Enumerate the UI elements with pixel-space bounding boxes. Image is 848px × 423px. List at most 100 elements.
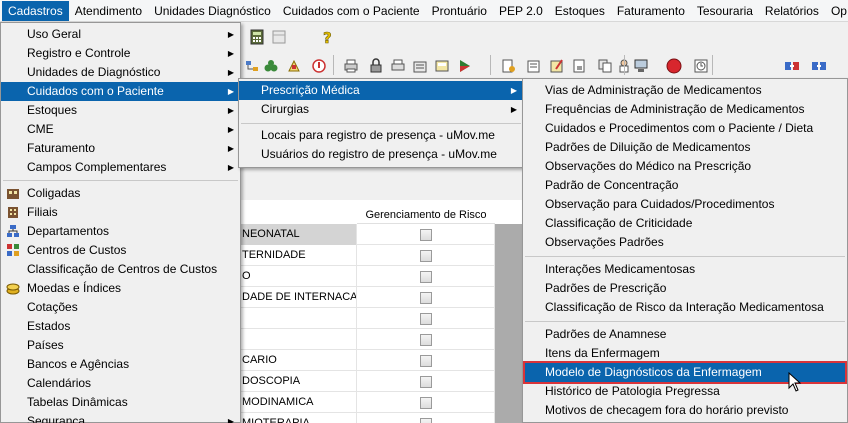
copy-icon[interactable] xyxy=(596,57,614,75)
transfer-icon[interactable] xyxy=(433,57,451,75)
menu-tesouraria[interactable]: Tesouraria xyxy=(691,1,759,21)
stop-icon[interactable] xyxy=(665,57,683,75)
table-cell: TERNIDADE xyxy=(240,245,357,266)
menu-item-seguranca[interactable]: Segurança ▶ xyxy=(1,412,240,423)
menu-item-faturamento[interactable]: Faturamento ▶ xyxy=(1,139,240,158)
risk-checkbox[interactable] xyxy=(419,396,432,409)
exchange-out-icon[interactable] xyxy=(810,57,828,75)
risk-checkbox[interactable] xyxy=(419,375,432,388)
filiais-icon xyxy=(5,205,21,220)
menu-item-moedas-indices[interactable]: Moedas e Índices xyxy=(1,279,240,298)
menu-item-uso-geral[interactable]: Uso Geral ▶ xyxy=(1,25,240,44)
menu-item-classificacao-centros-custos[interactable]: Classificação de Centros de Custos xyxy=(1,260,240,279)
menu-item-centros-custos[interactable]: Centros de Custos xyxy=(1,241,240,260)
menu-pep[interactable]: PEP 2.0 xyxy=(493,1,549,21)
table-row[interactable]: MODINAMICA xyxy=(240,392,495,413)
menu-item-departamentos[interactable]: Departamentos xyxy=(1,222,240,241)
menu-prontuario[interactable]: Prontuário xyxy=(426,1,493,21)
menu-item-registro-controle[interactable]: Registro e Controle ▶ xyxy=(1,44,240,63)
menu-opcoes[interactable]: Op xyxy=(825,1,848,21)
edit-icon[interactable] xyxy=(548,57,566,75)
menu-item-campos-complementares[interactable]: Campos Complementares ▶ xyxy=(1,158,240,177)
menu-separator xyxy=(3,180,238,181)
table-row[interactable]: NEONATAL xyxy=(240,224,495,245)
risk-checkbox[interactable] xyxy=(419,270,432,283)
binoculars-icon[interactable] xyxy=(262,57,280,75)
submenu-arrow-icon: ▶ xyxy=(510,86,517,95)
menu-cuidados-paciente[interactable]: Cuidados com o Paciente xyxy=(277,1,426,21)
alert-icon[interactable] xyxy=(310,57,328,75)
menu-item-interacoes-medicamentosas[interactable]: Interações Medicamentosas xyxy=(523,260,847,279)
table-row[interactable]: MIOTERAPIA xyxy=(240,413,495,423)
menu-item-itens-enfermagem[interactable]: Itens da Enfermagem xyxy=(523,344,847,363)
printer-icon[interactable] xyxy=(342,57,360,75)
calendar-icon[interactable] xyxy=(270,28,288,46)
menu-item-bancos-agencias[interactable]: Bancos e Agências xyxy=(1,355,240,374)
help-icon[interactable]: ? xyxy=(318,28,336,46)
risk-checkbox[interactable] xyxy=(419,291,432,304)
menu-item-paises[interactable]: Países xyxy=(1,336,240,355)
risk-checkbox[interactable] xyxy=(419,417,432,423)
risk-checkbox[interactable] xyxy=(419,249,432,262)
table-row[interactable] xyxy=(240,308,495,329)
flag-icon[interactable] xyxy=(456,57,474,75)
menu-item-estoques[interactable]: Estoques ▶ xyxy=(1,101,240,120)
menu-relatorios[interactable]: Relatórios xyxy=(759,1,825,21)
menu-item-observacao-cuidados[interactable]: Observação para Cuidados/Procedimentos xyxy=(523,195,847,214)
clock-icon[interactable] xyxy=(692,57,710,75)
menu-item-vias-administracao[interactable]: Vias de Administração de Medicamentos xyxy=(523,81,847,100)
menu-faturamento[interactable]: Faturamento xyxy=(611,1,691,21)
lock-doc-icon[interactable] xyxy=(570,57,588,75)
print-preview-icon[interactable] xyxy=(389,57,407,75)
menu-item-cuidados-procedimentos-dieta[interactable]: Cuidados e Procedimentos com o Paciente … xyxy=(523,119,847,138)
menu-item-motivos-checagem[interactable]: Motivos de checagem fora do horário prev… xyxy=(523,401,847,420)
menu-item-padroes-prescricao[interactable]: Padrões de Prescrição xyxy=(523,279,847,298)
open-folder-icon[interactable] xyxy=(411,57,429,75)
document-icon[interactable] xyxy=(499,57,517,75)
grid-empty-area xyxy=(495,224,525,423)
menu-item-padroes-diluicao[interactable]: Padrões de Diluição de Medicamentos xyxy=(523,138,847,157)
menu-item-coligadas[interactable]: Coligadas xyxy=(1,184,240,203)
menu-item-cuidados-paciente[interactable]: Cuidados com o Paciente ▶ xyxy=(1,82,240,101)
menu-item-unidades-diagnostico[interactable]: Unidades de Diagnóstico ▶ xyxy=(1,63,240,82)
menu-item-classificacao-risco-interacao[interactable]: Classificação de Risco da Interação Medi… xyxy=(523,298,847,317)
table-row[interactable]: O xyxy=(240,266,495,287)
tree-icon[interactable] xyxy=(243,57,261,75)
departamentos-icon xyxy=(5,224,21,239)
menu-item-filiais[interactable]: Filiais xyxy=(1,203,240,222)
menu-item-observacoes-medico[interactable]: Observações do Médico na Prescrição xyxy=(523,157,847,176)
menu-cadastros[interactable]: Cadastros xyxy=(2,0,69,21)
menu-atendimento[interactable]: Atendimento xyxy=(69,1,148,21)
menu-estoques[interactable]: Estoques xyxy=(549,1,611,21)
risk-checkbox[interactable] xyxy=(419,312,432,325)
menu-item-tabelas-dinamicas[interactable]: Tabelas Dinâmicas xyxy=(1,393,240,412)
menu-item-cirurgias[interactable]: Cirurgias ▶ xyxy=(239,100,523,119)
menu-item-padroes-anamnese[interactable]: Padrões de Anamnese xyxy=(523,325,847,344)
menu-item-cme[interactable]: CME ▶ xyxy=(1,120,240,139)
risk-checkbox[interactable] xyxy=(419,354,432,367)
lock-icon[interactable] xyxy=(367,57,385,75)
table-row[interactable]: CARIO xyxy=(240,350,495,371)
menu-item-observacoes-padroes[interactable]: Observações Padrões xyxy=(523,233,847,252)
table-row[interactable]: TERNIDADE xyxy=(240,245,495,266)
menu-item-cotacoes[interactable]: Cotações xyxy=(1,298,240,317)
menu-item-classificacao-criticidade[interactable]: Classificação de Criticidade xyxy=(523,214,847,233)
risk-checkbox[interactable] xyxy=(419,333,432,346)
menu-item-prescricao-medica[interactable]: Prescrição Médica ▶ xyxy=(239,81,523,100)
table-row[interactable] xyxy=(240,329,495,350)
monitor-icon[interactable] xyxy=(632,57,650,75)
menu-unidades-diagnostico[interactable]: Unidades Diagnóstico xyxy=(148,1,277,21)
exchange-in-icon[interactable] xyxy=(783,57,801,75)
risk-checkbox[interactable] xyxy=(419,228,432,241)
menu-item-usuarios-registro-presenca[interactable]: Usuários do registro de presença - uMov.… xyxy=(239,145,523,164)
menu-item-frequencias-administracao[interactable]: Frequências de Administração de Medicame… xyxy=(523,100,847,119)
calculator-icon[interactable] xyxy=(248,28,266,46)
menu-item-estados[interactable]: Estados xyxy=(1,317,240,336)
menu-item-padrao-concentracao[interactable]: Padrão de Concentração xyxy=(523,176,847,195)
menu-item-calendarios[interactable]: Calendários xyxy=(1,374,240,393)
table-row[interactable]: DOSCOPIA xyxy=(240,371,495,392)
table-row[interactable]: DADE DE INTERNACAO xyxy=(240,287,495,308)
menu-item-locais-registro-presenca[interactable]: Locais para registro de presença - uMov.… xyxy=(239,126,523,145)
notes-icon[interactable] xyxy=(525,57,543,75)
first-aid-icon[interactable] xyxy=(285,57,303,75)
